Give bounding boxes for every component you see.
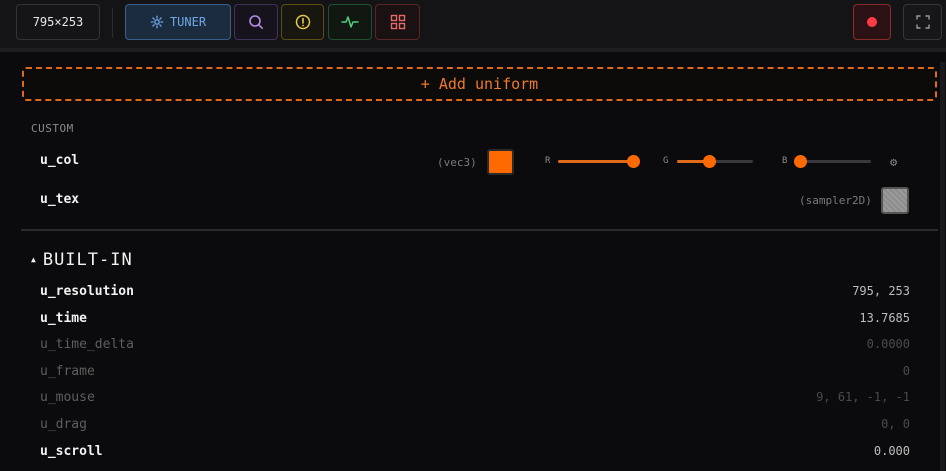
- uniform-name: u_tex: [40, 192, 80, 207]
- resolution-text: 795×253: [32, 15, 84, 29]
- slider-r[interactable]: [558, 155, 640, 168]
- alert-button[interactable]: [281, 4, 324, 40]
- gear-icon: [150, 15, 164, 29]
- builtin-heading: BUILT-IN: [42, 250, 133, 270]
- builtin-row: u_time 13.7685: [40, 311, 910, 331]
- channel-label-b: B: [782, 156, 788, 166]
- builtin-row: u_drag 0, 0: [40, 417, 910, 437]
- pulse-icon: [341, 16, 359, 28]
- uniform-name: u_col: [40, 153, 80, 168]
- tuner-label: TUNER: [169, 15, 207, 29]
- builtin-name: u_time: [40, 311, 87, 326]
- builtin-value: 0, 0: [881, 417, 910, 431]
- uniform-type: (sampler2D): [799, 194, 872, 207]
- builtin-row: u_resolution 795, 253: [40, 284, 910, 304]
- builtin-row: u_mouse 9, 61, -1, -1: [40, 390, 910, 410]
- channel-label-g: G: [663, 156, 669, 166]
- record-icon: [867, 17, 877, 27]
- add-uniform-button[interactable]: + Add uniform: [22, 67, 937, 101]
- add-uniform-label: + Add uniform: [420, 75, 539, 93]
- toolbar-divider: [0, 48, 946, 52]
- slider-g[interactable]: [677, 155, 753, 168]
- slider-b-knob[interactable]: [794, 155, 807, 168]
- channel-label-r: R: [545, 156, 551, 166]
- builtin-name: u_time_delta: [40, 337, 134, 352]
- builtin-name: u_scroll: [40, 444, 103, 459]
- tuner-tab-button[interactable]: TUNER: [125, 4, 231, 40]
- performance-button[interactable]: [328, 4, 372, 40]
- builtin-value: 0: [902, 364, 910, 378]
- color-swatch[interactable]: [487, 149, 514, 175]
- expand-icon: [915, 15, 930, 29]
- builtin-row: u_scroll 0.000: [40, 444, 910, 464]
- builtin-value: 0.000: [873, 444, 910, 458]
- record-button[interactable]: [853, 4, 891, 40]
- scrollbar[interactable]: [940, 62, 945, 471]
- builtin-value: 0.0000: [866, 337, 910, 351]
- builtin-value: 13.7685: [859, 311, 910, 325]
- builtin-name: u_frame: [40, 364, 95, 379]
- slider-g-knob[interactable]: [702, 155, 716, 168]
- custom-section-label: CUSTOM: [31, 122, 74, 135]
- search-icon: [249, 15, 263, 29]
- grid-icon: [390, 14, 405, 30]
- alert-icon: [295, 14, 310, 30]
- section-divider: [21, 229, 938, 231]
- collapse-triangle-icon: ▲: [31, 255, 37, 264]
- grid-button[interactable]: [375, 4, 420, 40]
- toolbar: 795×253 TUNER: [0, 0, 946, 48]
- texture-thumbnail[interactable]: [881, 187, 909, 214]
- resolution-display[interactable]: 795×253: [16, 4, 100, 40]
- builtin-name: u_drag: [40, 417, 87, 432]
- builtin-value: 9, 61, -1, -1: [816, 390, 910, 404]
- uniform-settings-icon[interactable]: ⚙: [890, 155, 897, 169]
- fullscreen-button[interactable]: [903, 4, 942, 40]
- search-button[interactable]: [234, 4, 278, 40]
- slider-r-knob[interactable]: [627, 155, 640, 168]
- slider-b[interactable]: [794, 155, 871, 168]
- builtin-name: u_resolution: [40, 284, 134, 299]
- uniform-type: (vec3): [437, 156, 477, 169]
- toolbar-separator: [112, 8, 113, 38]
- builtin-name: u_mouse: [40, 390, 95, 405]
- builtin-row: u_time_delta 0.0000: [40, 337, 910, 357]
- builtin-section-toggle[interactable]: ▲ BUILT-IN: [31, 250, 133, 270]
- builtin-row: u_frame 0: [40, 364, 910, 384]
- builtin-value: 795, 253: [852, 284, 910, 298]
